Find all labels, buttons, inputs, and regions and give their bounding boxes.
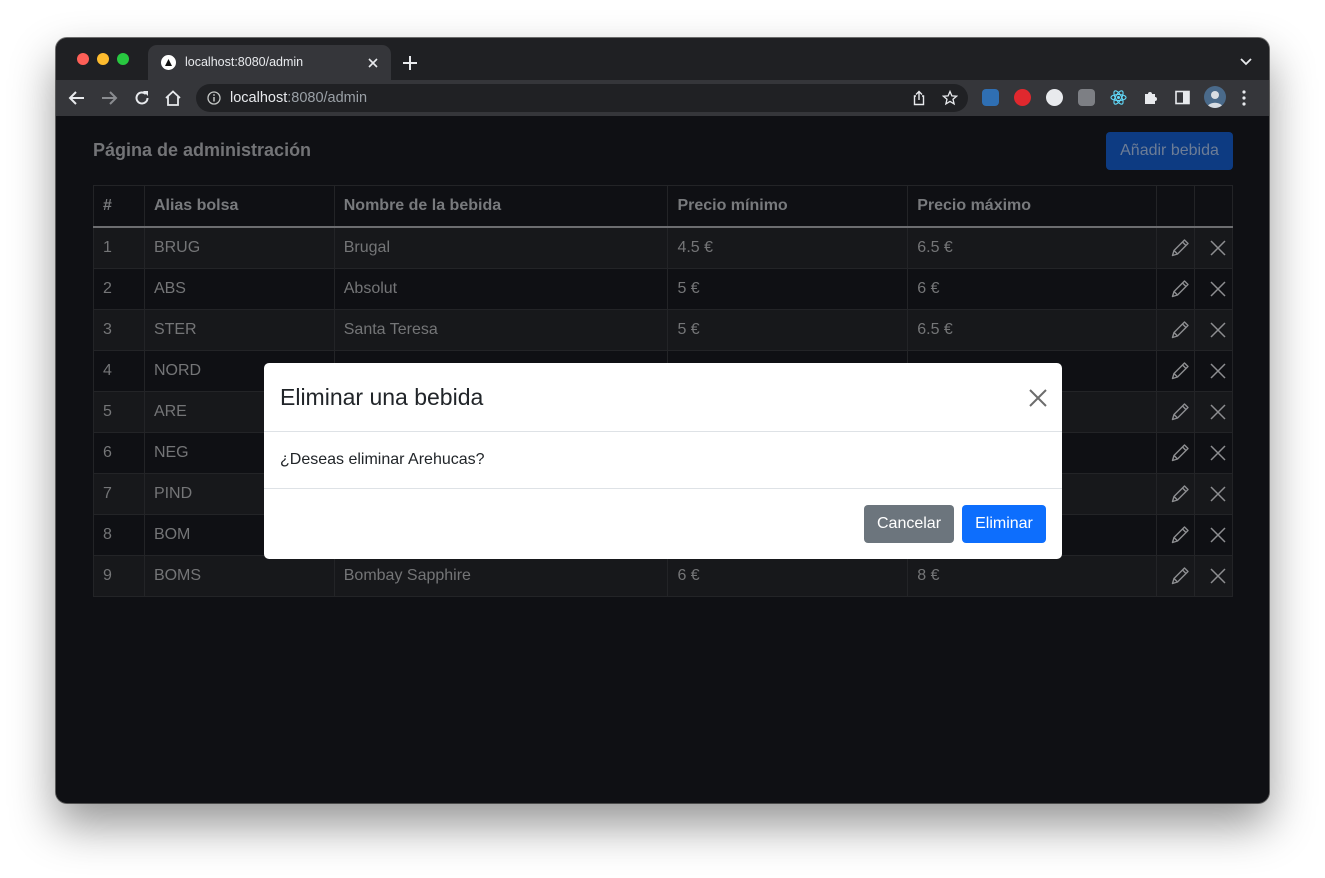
tab-strip: localhost:8080/admin: [56, 38, 1269, 80]
extension-3-icon[interactable]: [1046, 89, 1063, 106]
browser-tab[interactable]: localhost:8080/admin: [148, 45, 391, 80]
reload-icon[interactable]: [133, 89, 151, 107]
browser-window: localhost:8080/admin localhost:8080/admi…: [56, 38, 1269, 803]
extensions-puzzle-icon[interactable]: [1142, 89, 1159, 106]
forward-arrow-icon[interactable]: [100, 89, 118, 107]
modal-body: ¿Deseas eliminar Arehucas?: [264, 432, 1062, 489]
side-panel-icon[interactable]: [1174, 89, 1191, 106]
window-minimize-button[interactable]: [97, 53, 109, 65]
bookmark-star-icon[interactable]: [942, 90, 958, 106]
tab-title: localhost:8080/admin: [185, 55, 304, 69]
modal-header: Eliminar una bebida: [264, 363, 1062, 432]
share-icon[interactable]: [911, 90, 927, 106]
extension-adblock-icon[interactable]: [1014, 89, 1031, 106]
back-arrow-icon[interactable]: [68, 89, 86, 107]
site-favicon-icon: [161, 55, 176, 70]
delete-drink-modal: Eliminar una bebida ¿Deseas eliminar Are…: [264, 363, 1062, 559]
cancel-button[interactable]: Cancelar: [864, 505, 954, 543]
browser-menu-icon[interactable]: [1242, 90, 1246, 106]
profile-avatar[interactable]: [1204, 86, 1226, 108]
tab-close-icon[interactable]: [367, 57, 379, 69]
extension-4-icon[interactable]: [1078, 89, 1095, 106]
react-devtools-icon[interactable]: [1110, 89, 1127, 106]
url-text: localhost:8080/admin: [230, 90, 367, 106]
new-tab-icon[interactable]: [402, 55, 418, 71]
home-icon[interactable]: [164, 89, 182, 107]
window-maximize-button[interactable]: [117, 53, 129, 65]
modal-message: ¿Deseas eliminar Arehucas?: [280, 451, 485, 468]
url-host: localhost: [230, 90, 288, 106]
tab-search-chevron-icon[interactable]: [1239, 57, 1253, 67]
confirm-delete-button[interactable]: Eliminar: [962, 505, 1046, 543]
address-bar[interactable]: localhost:8080/admin: [196, 84, 968, 112]
browser-toolbar: localhost:8080/admin: [56, 80, 1269, 116]
close-icon[interactable]: [1028, 388, 1048, 408]
extension-1-icon[interactable]: [982, 89, 999, 106]
site-info-icon[interactable]: [207, 91, 221, 105]
url-path: :8080/admin: [287, 90, 368, 106]
modal-title: Eliminar una bebida: [280, 384, 484, 410]
window-close-button[interactable]: [77, 53, 89, 65]
